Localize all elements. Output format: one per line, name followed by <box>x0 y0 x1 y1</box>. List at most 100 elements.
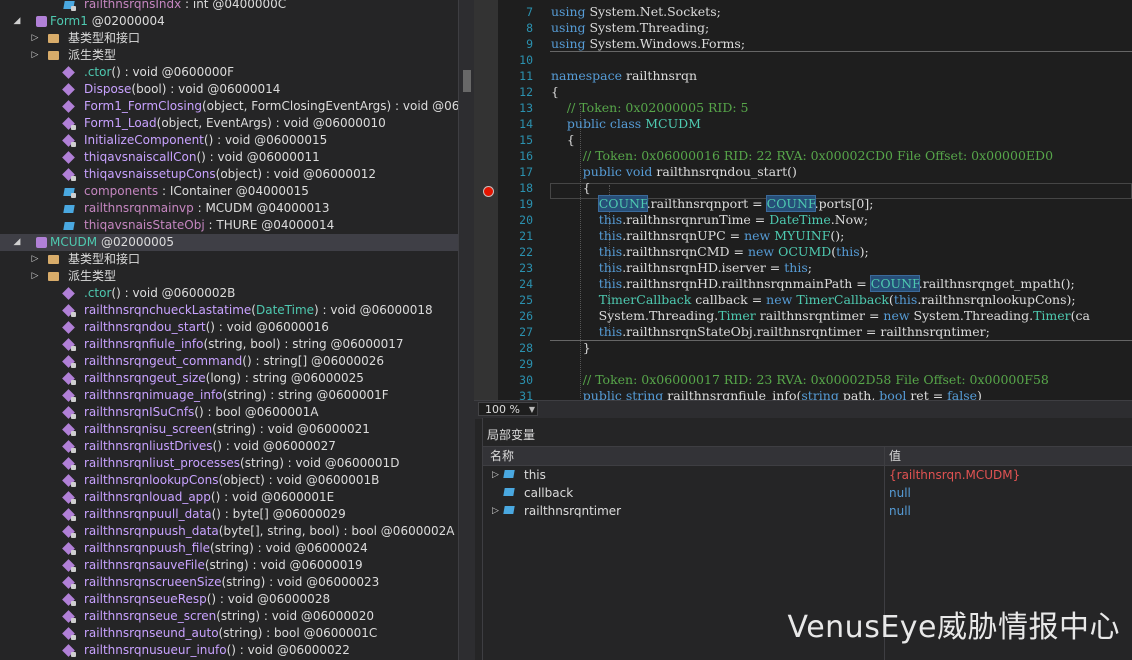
tree-method[interactable]: Dispose(bool) : void @06000014 <box>0 81 458 98</box>
tree-field[interactable]: railthnsrqnmainvp : MCUDM @04000013 <box>0 200 458 217</box>
tree-method[interactable]: railthnsrqngeut_size(long) : string @060… <box>0 370 458 387</box>
tree-method[interactable]: InitializeComponent() : void @06000015 <box>0 132 458 149</box>
locals-row[interactable]: callback null <box>483 484 1132 502</box>
locals-row[interactable]: ▷ this {railthnsrqn.MCUDM} <box>483 466 1132 484</box>
locals-row[interactable]: ▷ railthnsrqntimer null <box>483 502 1132 520</box>
breakpoint-margin[interactable] <box>474 0 498 400</box>
code-line[interactable]: using System.Windows.Forms; <box>551 36 745 52</box>
tree-method[interactable]: thiqavsnaissetupCons(object) : void @060… <box>0 166 458 183</box>
lock-icon <box>71 516 76 521</box>
tree-method[interactable]: railthnsrqnlouad_app() : void @0600001E <box>0 489 458 506</box>
column-name-header[interactable]: 名称 <box>490 447 514 465</box>
tree-method[interactable]: railthnsrqnlookupCons(object) : void @06… <box>0 472 458 489</box>
code-line[interactable]: { <box>551 132 575 148</box>
tree-method[interactable]: Form1_FormClosing(object, FormClosingEve… <box>0 98 458 115</box>
tree-scroll-thumb[interactable] <box>463 70 471 92</box>
code-line[interactable]: this.railthnsrqnStateObj.railthnsrqntime… <box>551 324 990 340</box>
tree-method[interactable]: railthnsrqnpuush_file(string) : void @06… <box>0 540 458 557</box>
code-line[interactable]: public void railthnsrqndou_start() <box>551 164 797 180</box>
field-icon <box>503 488 515 496</box>
tree-item-label: railthnsrqnpuush_data(byte[], string, bo… <box>84 524 455 538</box>
collapsed-arrow-icon[interactable]: ▷ <box>30 30 40 47</box>
code-line[interactable]: // Token: 0x06000017 RID: 23 RVA: 0x0000… <box>551 372 1049 388</box>
code-line[interactable]: namespace railthnsrqn <box>551 68 697 84</box>
tree-method[interactable]: railthnsrqndou_start() : void @06000016 <box>0 319 458 336</box>
tree-method[interactable]: railthnsrqnseue_scren(string) : void @06… <box>0 608 458 625</box>
code-line[interactable]: public string railthnsrqnfiule_info(stri… <box>551 388 982 400</box>
collapsed-arrow-icon[interactable]: ▷ <box>30 47 40 64</box>
lock-icon <box>71 584 76 589</box>
tree-method[interactable]: railthnsrqnsauveFile(string) : void @060… <box>0 557 458 574</box>
lock-icon <box>71 601 76 606</box>
expand-arrow-icon[interactable]: ▷ <box>492 466 499 484</box>
tree-method[interactable]: Form1_Load(object, EventArgs) : void @06… <box>0 115 458 132</box>
code-editor[interactable]: 7 using System.Net.Sockets; 8 using System.… <box>474 0 1132 400</box>
tree-item-label: railthnsrqnlouad_app() : void @0600001E <box>84 490 335 504</box>
tree-folder[interactable]: ▷ 基类型和接口 <box>0 30 458 47</box>
code-line[interactable]: { <box>551 180 591 196</box>
lock-icon <box>71 176 76 181</box>
tree-method[interactable]: railthnsrqnfiule_info(string, bool) : st… <box>0 336 458 353</box>
tree-method[interactable]: railthnsrqnisu_screen(string) : void @06… <box>0 421 458 438</box>
tree-folder[interactable]: ▷ 派生类型 <box>0 268 458 285</box>
code-line[interactable]: System.Threading.Timer railthnsrqntimer … <box>551 308 1090 324</box>
code-line[interactable]: using System.Threading; <box>551 20 709 36</box>
tree-method[interactable]: railthnsrqnseueResp() : void @06000028 <box>0 591 458 608</box>
tree-type[interactable]: ◢ MCUDM @02000005 <box>0 234 458 251</box>
tree-method[interactable]: .ctor() : void @0600000F <box>0 64 458 81</box>
assembly-tree[interactable]: railthnsrqnsIndx : int @0400000C ◢ Form1 @… <box>0 0 458 660</box>
local-value[interactable]: null <box>889 502 911 520</box>
zoom-select[interactable]: 100 % ▼ <box>478 402 538 416</box>
code-line[interactable]: { <box>551 84 559 100</box>
code-line[interactable]: COUNF.railthnsrqnport = COUNF.ports[0]; <box>551 195 873 212</box>
tree-method[interactable]: railthnsrqnscrueenSize(string) : void @0… <box>0 574 458 591</box>
tree-item-label: thiqavsnaiscallCon() : void @06000011 <box>84 150 320 164</box>
tree-method[interactable]: railthnsrqnchueckLastatime(DateTime) : v… <box>0 302 458 319</box>
code-line[interactable]: this.railthnsrqnHD.railthnsrqnmainPath =… <box>551 275 1075 292</box>
local-value[interactable]: null <box>889 484 911 502</box>
tree-method[interactable]: railthnsrqnpuull_data() : byte[] @060000… <box>0 506 458 523</box>
breakpoint-icon[interactable] <box>483 186 494 197</box>
expanded-arrow-icon[interactable]: ◢ <box>12 234 22 251</box>
local-value[interactable]: {railthnsrqn.MCUDM} <box>889 466 1020 484</box>
tree-method[interactable]: railthnsrqngeut_command() : string[] @06… <box>0 353 458 370</box>
code-line[interactable]: this.railthnsrqnUPC = new MYUINF(); <box>551 228 845 244</box>
code-line[interactable]: // Token: 0x06000016 RID: 22 RVA: 0x0000… <box>551 148 1053 164</box>
tree-item-label: Form1_Load(object, EventArgs) : void @06… <box>84 116 386 130</box>
tree-scrollbar[interactable] <box>458 0 475 660</box>
code-line[interactable]: // Token: 0x02000005 RID: 5 <box>551 100 749 116</box>
locals-header: 名称 值 <box>483 446 1132 466</box>
code-line[interactable]: this.railthnsrqnrunTime = DateTime.Now; <box>551 212 868 228</box>
tree-method[interactable]: railthnsrqnISuCnfs() : bool @0600001A <box>0 404 458 421</box>
code-line[interactable]: public class MCUDM <box>551 116 701 132</box>
expanded-arrow-icon[interactable]: ◢ <box>12 13 22 30</box>
collapsed-arrow-icon[interactable]: ▷ <box>30 268 40 285</box>
tree-folder[interactable]: ▷ 基类型和接口 <box>0 251 458 268</box>
tree-method[interactable]: railthnsrqnseund_auto(string) : bool @06… <box>0 625 458 642</box>
tree-method[interactable]: railthnsrqnpuush_data(byte[], string, bo… <box>0 523 458 540</box>
tree-type[interactable]: ◢ Form1 @02000004 <box>0 13 458 30</box>
tree-method[interactable]: railthnsrqnliust_processes(string) : voi… <box>0 455 458 472</box>
code-line[interactable]: TimerCallback callback = new TimerCallba… <box>551 292 1076 308</box>
collapsed-arrow-icon[interactable]: ▷ <box>30 251 40 268</box>
tree-folder[interactable]: ▷ 派生类型 <box>0 47 458 64</box>
tree-method[interactable]: railthnsrqnimuage_info(string) : string … <box>0 387 458 404</box>
code-line[interactable]: } <box>551 340 591 356</box>
lock-icon <box>71 533 76 538</box>
tree-method[interactable]: railthnsrqnliustDrives() : void @0600002… <box>0 438 458 455</box>
tree-item-label: Dispose(bool) : void @06000014 <box>84 82 281 96</box>
tree-item-label: 派生类型 <box>68 269 117 283</box>
tree-method[interactable]: .ctor() : void @0600002B <box>0 285 458 302</box>
tree-method[interactable]: thiqavsnaiscallCon() : void @06000011 <box>0 149 458 166</box>
column-value-header[interactable]: 值 <box>889 447 901 465</box>
expand-arrow-icon[interactable]: ▷ <box>492 502 499 520</box>
lock-icon <box>71 363 76 368</box>
tree-field[interactable]: thiqavsnaisStateObj : THURE @04000014 <box>0 217 458 234</box>
code-line[interactable]: this.railthnsrqnHD.iserver = this; <box>551 260 812 276</box>
tree-method[interactable]: railthnsrqnusueur_inufo() : void @060000… <box>0 642 458 659</box>
lock-icon <box>71 397 76 402</box>
tree-field[interactable]: components : IContainer @04000015 <box>0 183 458 200</box>
code-line[interactable]: this.railthnsrqnCMD = new OCUMD(this); <box>551 244 869 260</box>
code-line[interactable]: using System.Net.Sockets; <box>551 4 721 20</box>
tree-field[interactable]: railthnsrqnsIndx : int @0400000C <box>0 0 458 13</box>
